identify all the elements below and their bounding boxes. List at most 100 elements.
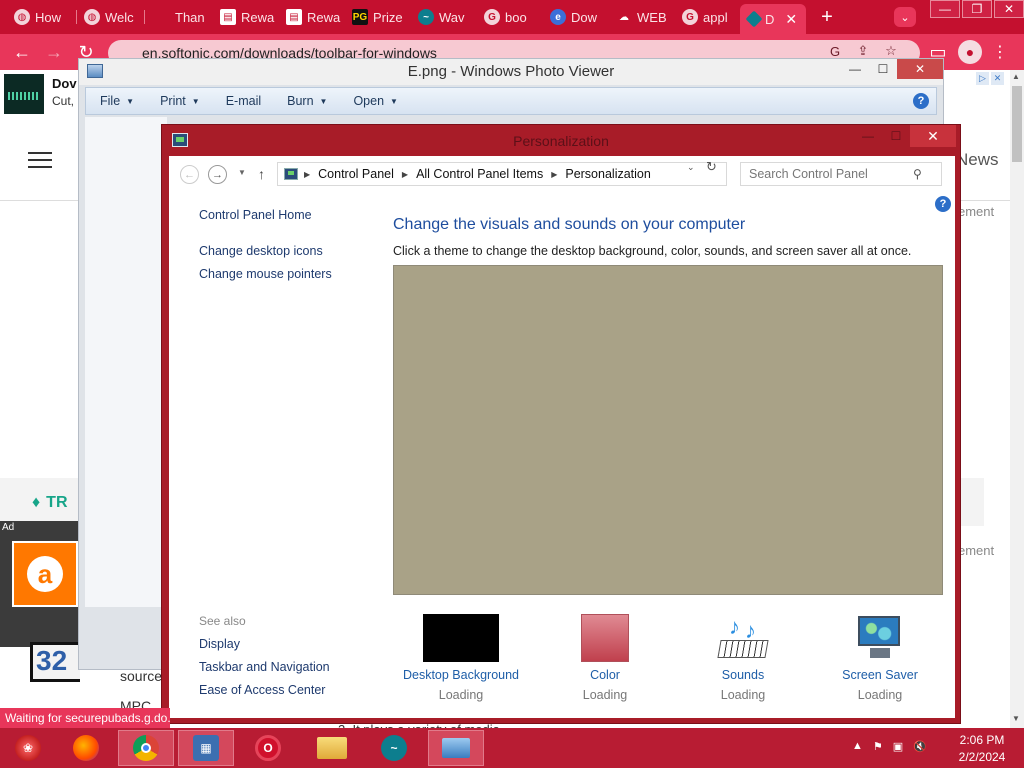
- page-news-link[interactable]: News: [956, 150, 999, 170]
- avast-logo[interactable]: a: [12, 541, 78, 607]
- scroll-down-icon[interactable]: ▼: [1012, 714, 1020, 723]
- menu-file[interactable]: File ▼: [86, 88, 146, 114]
- page-edge-text: ement: [958, 204, 995, 219]
- link-change-mouse-pointers[interactable]: Change mouse pointers: [199, 267, 332, 281]
- menu-print[interactable]: Print ▼: [146, 88, 212, 114]
- volume-muted-icon[interactable]: 🔇: [913, 740, 927, 753]
- tab-welcome[interactable]: ◍ Welc: [76, 4, 142, 30]
- tile-label[interactable]: Screen Saver: [810, 668, 950, 682]
- taskbar-opera[interactable]: O: [240, 730, 296, 766]
- close-icon[interactable]: ✕: [910, 125, 956, 147]
- network-icon[interactable]: ▣: [893, 740, 903, 753]
- help-icon[interactable]: ?: [913, 93, 929, 109]
- link-display[interactable]: Display: [199, 637, 240, 651]
- taskbar-wave[interactable]: ~: [366, 730, 422, 766]
- system-tray: ▲ ⚑ ▣ 🔇: [852, 740, 927, 753]
- taskbar-chrome[interactable]: [118, 730, 174, 766]
- up-arrow-icon[interactable]: ↑: [258, 166, 265, 182]
- tile-label[interactable]: Sounds: [673, 668, 813, 682]
- ad-thumbnail[interactable]: [4, 74, 44, 114]
- opera-icon: O: [255, 735, 281, 761]
- page-trending-label[interactable]: TR: [32, 494, 67, 512]
- profile-avatar-icon[interactable]: ●: [958, 40, 982, 64]
- chevron-right-icon[interactable]: ▶: [551, 170, 557, 179]
- tile-color[interactable]: Color Loading: [535, 606, 675, 702]
- link-control-panel-home[interactable]: Control Panel Home: [199, 208, 312, 222]
- menu-kebab-icon[interactable]: ⋮: [992, 42, 1008, 62]
- close-icon[interactable]: ✕: [994, 0, 1024, 18]
- link-ease-of-access[interactable]: Ease of Access Center: [199, 683, 325, 697]
- tab-prize[interactable]: PG Prize: [344, 4, 410, 30]
- minimize-icon[interactable]: —: [841, 59, 869, 79]
- taskbar-clock[interactable]: 2:06 PM 2/2/2024: [952, 732, 1012, 766]
- tile-status: Loading: [582, 688, 628, 702]
- maximize-icon[interactable]: ☐: [869, 59, 897, 79]
- breadcrumb-all-items[interactable]: All Control Panel Items: [416, 167, 543, 181]
- tab-search-icon[interactable]: ⌄: [894, 7, 916, 27]
- breadcrumb[interactable]: ▶ Control Panel ▶ All Control Panel Item…: [277, 162, 727, 186]
- tab-web[interactable]: ☁ WEB: [608, 4, 674, 30]
- tab-active-download[interactable]: D ✕: [740, 4, 806, 34]
- back-icon[interactable]: ←: [12, 42, 32, 62]
- tile-desktop-background[interactable]: Desktop Background Loading: [391, 606, 531, 702]
- forward-icon[interactable]: →: [208, 165, 227, 184]
- forward-icon[interactable]: →: [44, 42, 64, 62]
- tab-how[interactable]: ◍ How: [6, 4, 72, 30]
- restore-icon[interactable]: ❐: [962, 0, 992, 18]
- tile-screen-saver[interactable]: Screen Saver Loading: [810, 606, 950, 702]
- back-icon[interactable]: ←: [180, 165, 199, 184]
- tab-google-book[interactable]: G boo: [476, 4, 542, 30]
- ad-info-icon[interactable]: ▷: [976, 72, 989, 85]
- close-tab-icon[interactable]: ✕: [785, 11, 797, 28]
- theme-preview-area[interactable]: [393, 265, 943, 595]
- close-icon[interactable]: ✕: [897, 59, 943, 79]
- scrollbar-thumb[interactable]: [1012, 86, 1022, 162]
- maximize-icon[interactable]: ☐: [882, 125, 910, 147]
- tab-download[interactable]: e Dow: [542, 4, 608, 30]
- ad-close-icon[interactable]: ✕: [991, 72, 1004, 85]
- photo-viewer-canvas[interactable]: [85, 117, 167, 607]
- scroll-up-icon[interactable]: ▲: [1012, 72, 1020, 81]
- chrome-icon: [133, 735, 159, 761]
- tab-wave[interactable]: ~ Wav: [410, 4, 476, 30]
- taskbar-firefox[interactable]: [58, 730, 114, 766]
- help-icon[interactable]: ?: [935, 196, 951, 212]
- menu-burn[interactable]: Burn ▼: [273, 88, 339, 114]
- breadcrumb-personalization[interactable]: Personalization: [565, 167, 650, 181]
- hamburger-menu-icon[interactable]: [28, 152, 52, 168]
- search-icon[interactable]: ⚲: [913, 167, 922, 181]
- ad-title[interactable]: Dov: [52, 76, 77, 91]
- tile-label[interactable]: Desktop Background: [391, 668, 531, 682]
- wave-icon: ~: [418, 9, 434, 25]
- tile-label[interactable]: Color: [535, 668, 675, 682]
- ad-choices[interactable]: ▷ ✕: [976, 72, 1004, 85]
- taskbar-file-explorer[interactable]: [304, 730, 360, 766]
- menu-email[interactable]: E-mail: [212, 88, 273, 114]
- tray-chevron-up-icon[interactable]: ▲: [852, 740, 863, 753]
- photo-viewer-titlebar[interactable]: E.png - Windows Photo Viewer — ☐ ✕: [79, 59, 943, 85]
- page-scrollbar[interactable]: [1010, 70, 1024, 728]
- tile-sounds[interactable]: ♪ ♪ Sounds Loading: [673, 606, 813, 702]
- link-taskbar-navigation[interactable]: Taskbar and Navigation: [199, 660, 330, 674]
- minimize-icon[interactable]: —: [854, 125, 882, 147]
- menu-open[interactable]: Open ▼: [339, 88, 410, 114]
- search-input[interactable]: [741, 167, 913, 181]
- address-dropdown-icon[interactable]: ⌄: [687, 162, 695, 173]
- tab-rewards-2[interactable]: ▤ Rewa: [278, 4, 344, 30]
- start-button[interactable]: ❀: [0, 730, 56, 766]
- personalization-titlebar[interactable]: Personalization — ☐ ✕: [162, 125, 960, 155]
- chevron-right-icon[interactable]: ▶: [402, 170, 408, 179]
- link-change-desktop-icons[interactable]: Change desktop icons: [199, 244, 323, 258]
- new-tab-button[interactable]: +: [816, 6, 838, 28]
- recent-locations-chevron-icon[interactable]: ▼: [238, 168, 246, 177]
- tab-google-apple[interactable]: G appl: [674, 4, 740, 30]
- breadcrumb-control-panel[interactable]: Control Panel: [318, 167, 394, 181]
- taskbar-control-panel[interactable]: ▦: [178, 730, 234, 766]
- minimize-icon[interactable]: —: [930, 0, 960, 18]
- action-center-flag-icon[interactable]: ⚑: [873, 740, 883, 753]
- taskbar-photo-viewer[interactable]: [428, 730, 484, 766]
- refresh-icon[interactable]: ↻: [706, 159, 717, 175]
- tab-thanks[interactable]: Than: [146, 4, 212, 30]
- tab-rewards-1[interactable]: ▤ Rewa: [212, 4, 278, 30]
- search-control-panel[interactable]: ⚲: [740, 162, 942, 186]
